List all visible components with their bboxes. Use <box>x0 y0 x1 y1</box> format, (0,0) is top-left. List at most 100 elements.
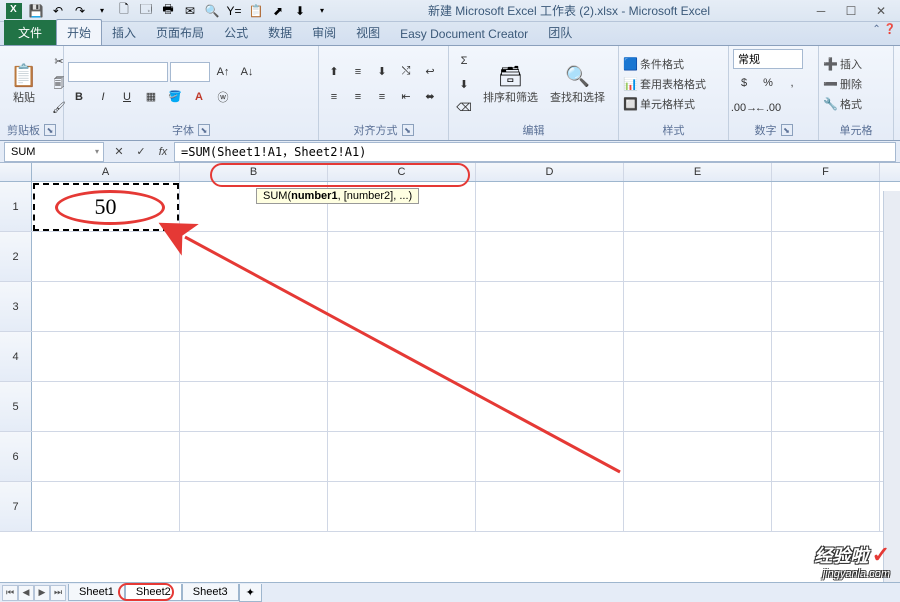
indent-decrease-icon[interactable]: ⇤ <box>395 86 417 108</box>
excel-app-icon[interactable] <box>4 2 24 20</box>
cell[interactable] <box>476 432 624 481</box>
autosum-icon[interactable]: Σ <box>453 50 475 72</box>
cell[interactable] <box>624 382 772 431</box>
row-header-7[interactable]: 7 <box>0 482 32 531</box>
qat-item-icon[interactable]: 🗋 <box>114 2 134 20</box>
cell[interactable] <box>624 282 772 331</box>
italic-icon[interactable]: I <box>92 86 114 108</box>
find-select-button[interactable]: 🔍 查找和选择 <box>546 62 609 107</box>
sort-filter-button[interactable]: 🗃 排序和筛选 <box>479 62 542 107</box>
ribbon-minimize-icon[interactable]: ⌃ ❓ <box>872 24 896 35</box>
cell[interactable] <box>624 182 772 231</box>
cell[interactable] <box>180 282 328 331</box>
col-header-D[interactable]: D <box>476 163 624 181</box>
cell[interactable] <box>328 232 476 281</box>
vertical-scrollbar[interactable] <box>883 191 900 582</box>
increase-font-icon[interactable]: A↑ <box>212 61 234 83</box>
row-header-2[interactable]: 2 <box>0 232 32 281</box>
cell[interactable] <box>624 482 772 531</box>
new-sheet-button[interactable]: ✦ <box>239 584 262 602</box>
align-center-icon[interactable]: ≡ <box>347 86 369 108</box>
cell[interactable] <box>476 282 624 331</box>
cell-style-button[interactable]: 🔲单元格样式 <box>623 96 706 112</box>
orientation-icon[interactable]: ⤭ <box>395 61 417 83</box>
formula-input[interactable] <box>174 142 896 162</box>
sheet-tab-1[interactable]: Sheet1 <box>68 584 125 601</box>
insert-cells-button[interactable]: ➕插入 <box>823 56 862 72</box>
qat-item-icon[interactable]: 🗔 <box>136 2 156 20</box>
tab-review[interactable]: 审阅 <box>302 20 346 45</box>
merge-icon[interactable]: ⬌ <box>419 86 441 108</box>
cell[interactable] <box>328 282 476 331</box>
bold-icon[interactable]: B <box>68 86 90 108</box>
cell[interactable] <box>476 482 624 531</box>
cell[interactable] <box>328 332 476 381</box>
dialog-launcher-icon[interactable]: ⬊ <box>198 124 210 136</box>
border-icon[interactable]: ▦ <box>140 86 162 108</box>
cell[interactable] <box>328 432 476 481</box>
wrap-text-icon[interactable]: ↩ <box>419 61 441 83</box>
cell[interactable] <box>772 282 880 331</box>
save-icon[interactable]: 💾 <box>26 2 46 20</box>
col-header-B[interactable]: B <box>180 163 328 181</box>
cell[interactable] <box>180 432 328 481</box>
tab-edc[interactable]: Easy Document Creator <box>390 23 538 45</box>
align-bottom-icon[interactable]: ⬇ <box>371 61 393 83</box>
tab-data[interactable]: 数据 <box>258 20 302 45</box>
font-size-combo[interactable] <box>170 62 210 82</box>
decrease-font-icon[interactable]: A↓ <box>236 61 258 83</box>
dialog-launcher-icon[interactable]: ⬊ <box>402 124 414 136</box>
accept-formula-icon[interactable]: ✓ <box>130 142 152 162</box>
align-right-icon[interactable]: ≡ <box>371 86 393 108</box>
cell[interactable] <box>772 482 880 531</box>
spreadsheet-grid[interactable]: 1 50 2 3 4 5 6 7 <box>0 182 900 540</box>
cell[interactable] <box>624 232 772 281</box>
paste-button[interactable]: 📋 粘贴 <box>4 61 44 107</box>
cell[interactable] <box>328 482 476 531</box>
row-header-6[interactable]: 6 <box>0 432 32 481</box>
cell[interactable] <box>180 332 328 381</box>
qat-item-icon[interactable]: 🖶 <box>158 2 178 20</box>
col-header-F[interactable]: F <box>772 163 880 181</box>
cell[interactable] <box>328 382 476 431</box>
maximize-button[interactable]: ☐ <box>836 2 866 20</box>
tab-view[interactable]: 视图 <box>346 20 390 45</box>
row-header-4[interactable]: 4 <box>0 332 32 381</box>
col-header-C[interactable]: C <box>328 163 476 181</box>
qat-item-icon[interactable]: 📋 <box>246 2 266 20</box>
undo-icon[interactable]: ↶ <box>48 2 68 20</box>
sheet-nav-prev-icon[interactable]: ◀ <box>18 585 34 601</box>
cell[interactable] <box>772 432 880 481</box>
percent-icon[interactable]: % <box>757 72 779 94</box>
cell[interactable] <box>624 332 772 381</box>
cell[interactable] <box>32 282 180 331</box>
underline-icon[interactable]: U <box>116 86 138 108</box>
cancel-formula-icon[interactable]: ✕ <box>108 142 130 162</box>
cell[interactable] <box>32 382 180 431</box>
font-color-icon[interactable]: A <box>188 86 210 108</box>
cell[interactable] <box>476 232 624 281</box>
name-box[interactable]: SUM <box>4 142 104 162</box>
tab-file[interactable]: 文件 <box>4 20 56 45</box>
insert-function-icon[interactable]: fx <box>152 142 174 162</box>
qat-item-icon[interactable]: ⬇ <box>290 2 310 20</box>
cell[interactable] <box>32 432 180 481</box>
decrease-decimal-icon[interactable]: ←.00 <box>757 97 779 119</box>
cell-A1[interactable]: 50 <box>32 182 180 231</box>
sheet-tab-3[interactable]: Sheet3 <box>182 584 239 601</box>
select-all-corner[interactable] <box>0 163 32 181</box>
cell[interactable] <box>476 332 624 381</box>
row-header-1[interactable]: 1 <box>0 182 32 231</box>
tab-team[interactable]: 团队 <box>538 20 582 45</box>
tab-home[interactable]: 开始 <box>56 19 102 45</box>
tab-formulas[interactable]: 公式 <box>214 20 258 45</box>
row-header-5[interactable]: 5 <box>0 382 32 431</box>
col-header-A[interactable]: A <box>32 163 180 181</box>
dialog-launcher-icon[interactable]: ⬊ <box>44 124 56 136</box>
phonetic-icon[interactable]: ⓦ <box>212 86 234 108</box>
redo-icon[interactable]: ↷ <box>70 2 90 20</box>
table-format-button[interactable]: 📊套用表格格式 <box>623 76 706 92</box>
clear-icon[interactable]: ⌫ <box>453 96 475 118</box>
qat-dropdown-icon[interactable]: ▾ <box>312 2 332 20</box>
cell[interactable] <box>180 482 328 531</box>
